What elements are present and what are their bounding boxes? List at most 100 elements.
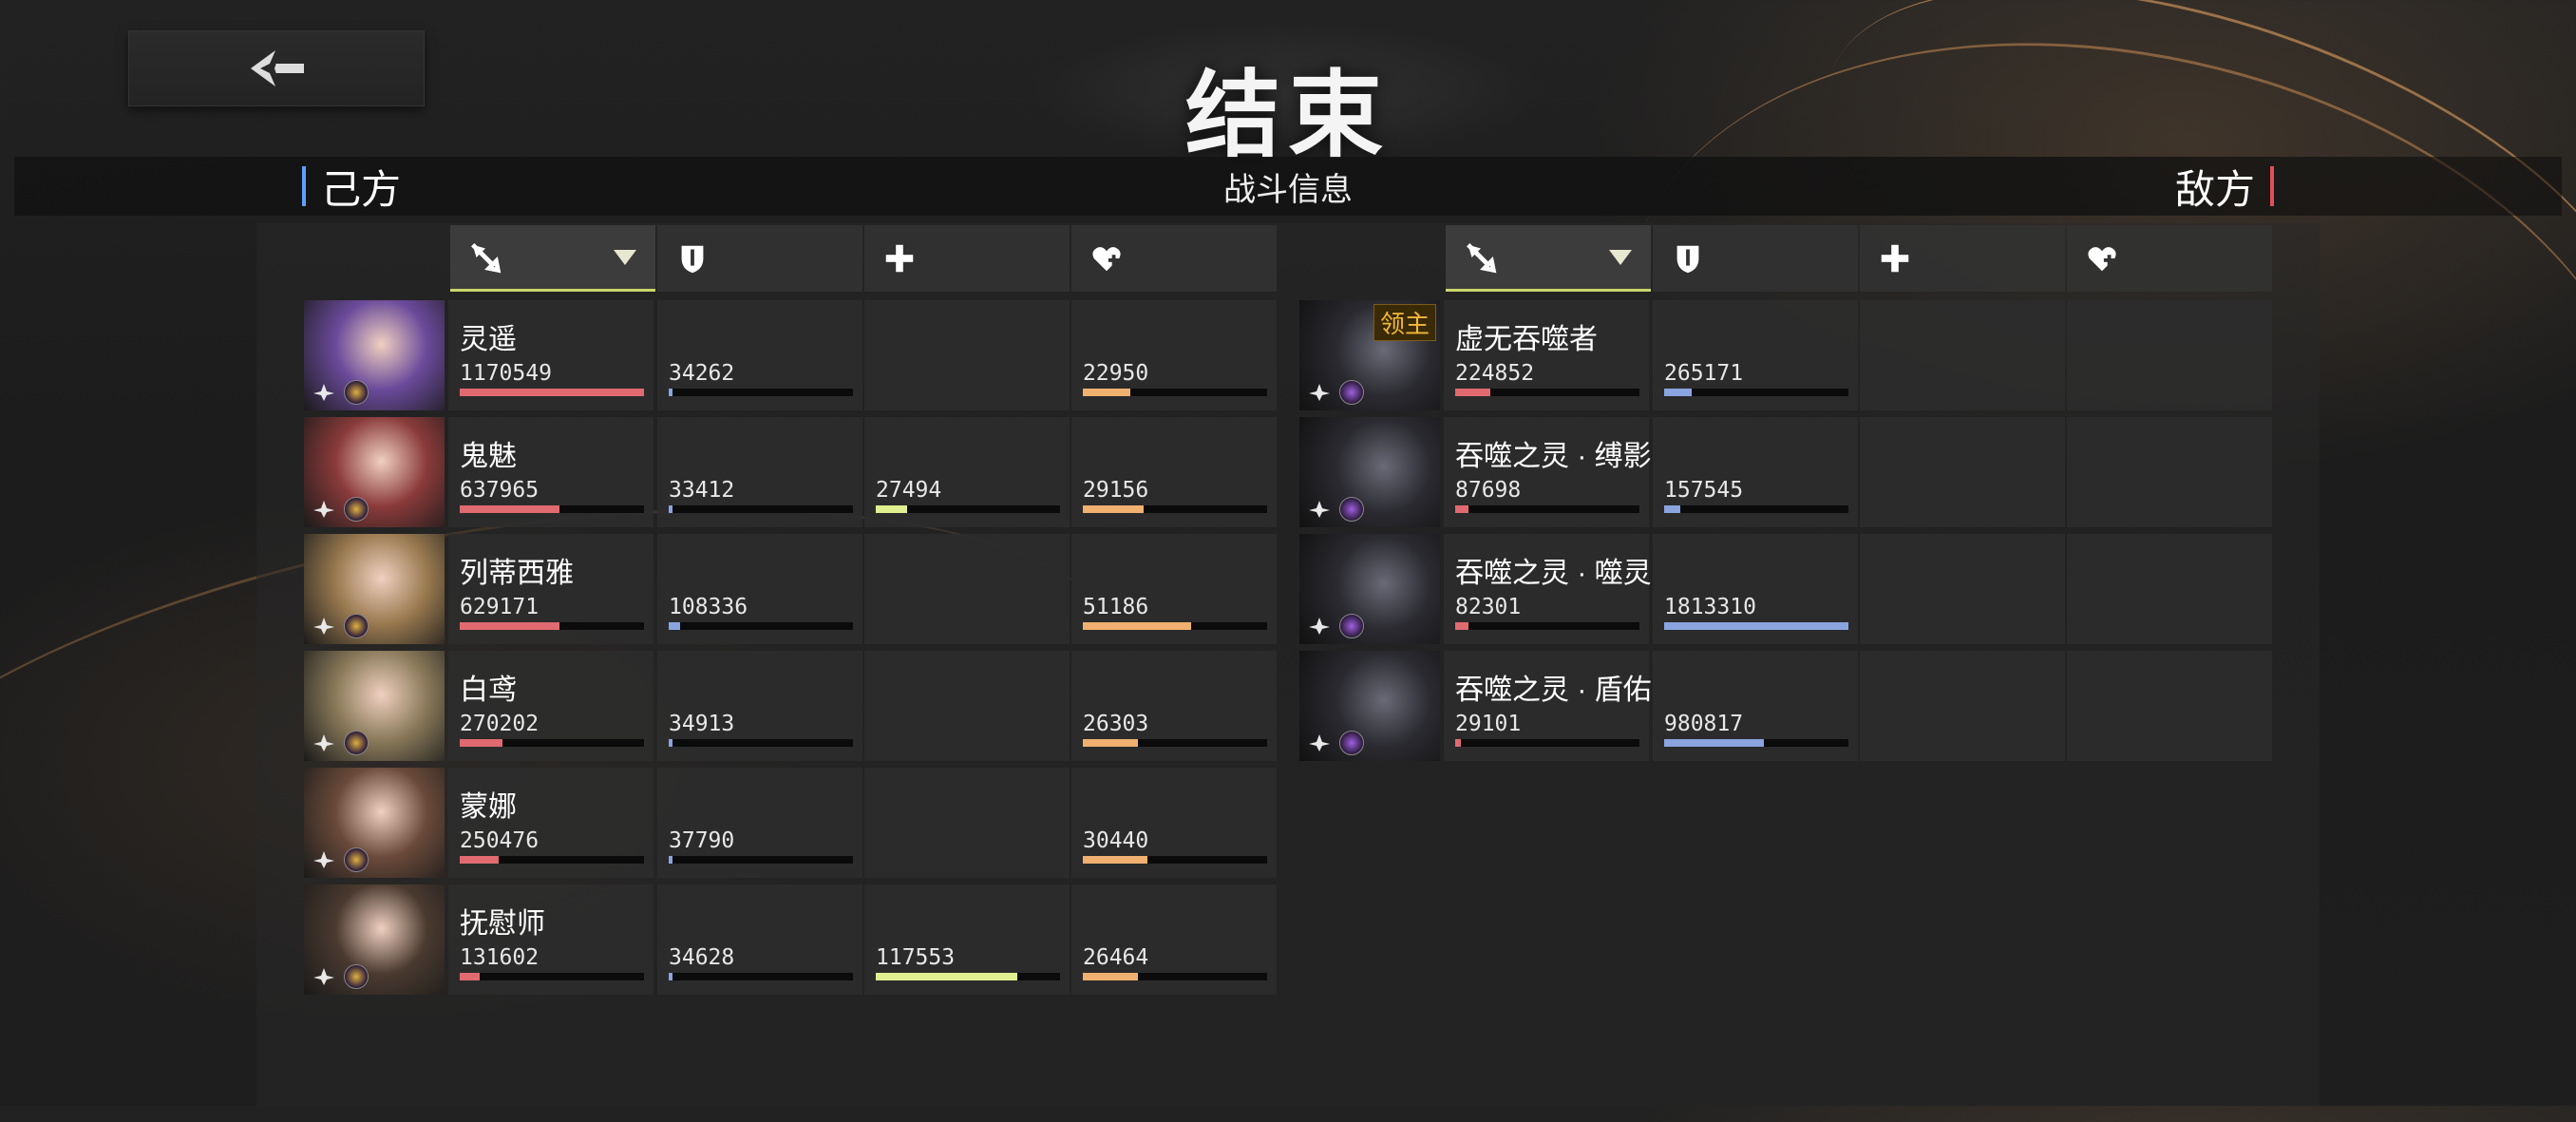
enemy-col-damage[interactable] bbox=[1446, 225, 1651, 292]
class-emblem-icon bbox=[313, 968, 334, 985]
damage-value: 224852 bbox=[1455, 361, 1535, 386]
sword-icon bbox=[471, 242, 502, 273]
stat-bar-track bbox=[669, 856, 853, 864]
boss-badge: 领主 bbox=[1373, 304, 1436, 341]
character-name: 列蒂西雅 bbox=[460, 558, 574, 589]
damage-bar-fill bbox=[460, 856, 499, 864]
stat-bar-fill bbox=[1083, 739, 1138, 747]
class-emblem-icon bbox=[1309, 618, 1330, 635]
heal-cell bbox=[864, 651, 1070, 761]
character-portrait bbox=[304, 417, 445, 527]
heart-plus-icon bbox=[2088, 247, 2116, 272]
taken-cell: 22950 bbox=[1071, 300, 1277, 410]
stat-value: 51186 bbox=[1083, 595, 1149, 619]
plus-icon bbox=[885, 244, 914, 273]
stat-bar-fill bbox=[1664, 739, 1764, 747]
damage-bar-fill bbox=[460, 505, 559, 513]
damage-value: 270202 bbox=[460, 712, 540, 736]
character-name: 鬼魅 bbox=[460, 441, 517, 472]
back-button[interactable] bbox=[128, 30, 425, 106]
character-name: 抚慰师 bbox=[460, 908, 545, 940]
ally-side-marker bbox=[302, 166, 306, 206]
ally-row[interactable]: 鬼魅 637965 33412 27494 29156 bbox=[304, 417, 1277, 527]
ally-row[interactable]: 蒙娜 250476 37790 30440 bbox=[304, 768, 1277, 878]
damage-bar-track bbox=[1455, 505, 1639, 513]
defense-cell: 980817 bbox=[1653, 651, 1858, 761]
stat-value: 33412 bbox=[669, 478, 735, 503]
stat-bar-track bbox=[876, 505, 1060, 513]
enemy-side-marker bbox=[2270, 166, 2274, 206]
ally-col-heal[interactable] bbox=[864, 225, 1070, 292]
ally-name-cell: 抚慰师 131602 bbox=[448, 884, 653, 995]
class-emblem-icon bbox=[1309, 384, 1330, 401]
class-emblem-icon bbox=[313, 384, 334, 401]
damage-bar-fill bbox=[1455, 389, 1490, 396]
enemy-name-cell: 吞噬之灵 · 盾佑 29101 bbox=[1444, 651, 1652, 761]
stat-bar-track bbox=[1664, 389, 1848, 396]
damage-bar-fill bbox=[460, 739, 502, 747]
heal-cell: 27494 bbox=[864, 417, 1070, 527]
element-icon bbox=[344, 847, 369, 872]
damage-bar-track bbox=[1455, 389, 1639, 396]
enemy-side-text: 敌方 bbox=[2174, 166, 2255, 212]
stat-bar-fill bbox=[669, 739, 672, 747]
stat-value: 34628 bbox=[669, 945, 735, 970]
stat-value: 34262 bbox=[669, 361, 735, 386]
ally-row[interactable]: 灵遥 1170549 34262 22950 bbox=[304, 300, 1277, 410]
ally-name-cell: 列蒂西雅 629171 bbox=[448, 534, 653, 644]
stat-bar-fill bbox=[876, 505, 907, 513]
character-name: 灵遥 bbox=[460, 324, 517, 355]
taken-cell bbox=[2067, 417, 2272, 527]
stat-value: 27494 bbox=[876, 478, 942, 503]
plus-icon bbox=[1881, 244, 1909, 273]
damage-bar-fill bbox=[1455, 505, 1468, 513]
class-emblem-icon bbox=[313, 618, 334, 635]
ally-name-cell: 鬼魅 637965 bbox=[448, 417, 653, 527]
taken-cell bbox=[2067, 651, 2272, 761]
enemy-col-taken[interactable] bbox=[2067, 225, 2272, 292]
shield-icon bbox=[681, 245, 704, 274]
defense-cell: 33412 bbox=[657, 417, 862, 527]
ally-col-damage[interactable] bbox=[450, 225, 655, 292]
enemy-row[interactable]: 吞噬之灵 · 噬灵 82301 1813310 bbox=[1299, 534, 2272, 644]
character-portrait bbox=[304, 768, 445, 878]
enemy-row[interactable]: 吞噬之灵 · 盾佑 29101 980817 bbox=[1299, 651, 2272, 761]
damage-bar-track bbox=[460, 856, 644, 864]
stat-bar-track bbox=[1083, 622, 1267, 630]
ally-name-cell: 蒙娜 250476 bbox=[448, 768, 653, 878]
enemy-row[interactable]: 吞噬之灵 · 缚影 87698 157545 bbox=[1299, 417, 2272, 527]
heal-cell bbox=[1860, 300, 2065, 410]
damage-value: 637965 bbox=[460, 478, 540, 503]
damage-value: 1170549 bbox=[460, 361, 552, 386]
ally-name-cell: 灵遥 1170549 bbox=[448, 300, 653, 410]
damage-bar-track bbox=[460, 739, 644, 747]
defense-cell: 37790 bbox=[657, 768, 862, 878]
enemy-name-cell: 吞噬之灵 · 缚影 87698 bbox=[1444, 417, 1652, 527]
heal-cell bbox=[1860, 417, 2065, 527]
damage-bar-fill bbox=[1455, 622, 1468, 630]
ally-col-defense[interactable] bbox=[657, 225, 862, 292]
ally-row[interactable]: 抚慰师 131602 34628 117553 26464 bbox=[304, 884, 1277, 995]
element-icon bbox=[344, 380, 369, 405]
enemy-col-defense[interactable] bbox=[1653, 225, 1858, 292]
stat-bar-fill bbox=[1083, 973, 1138, 980]
ally-row[interactable]: 白鸢 270202 34913 26303 bbox=[304, 651, 1277, 761]
heal-cell bbox=[864, 300, 1070, 410]
ally-row[interactable]: 列蒂西雅 629171 108336 51186 bbox=[304, 534, 1277, 644]
stat-bar-fill bbox=[669, 622, 680, 630]
enemy-portrait bbox=[1299, 534, 1440, 644]
enemy-name: 吞噬之灵 · 盾佑 bbox=[1455, 675, 1652, 706]
class-emblem-icon bbox=[1309, 734, 1330, 751]
class-emblem-icon bbox=[313, 734, 334, 751]
ally-col-taken[interactable] bbox=[1071, 225, 1277, 292]
enemy-row[interactable]: 领主 虚无吞噬者 224852 265171 bbox=[1299, 300, 2272, 410]
enemy-name-cell: 虚无吞噬者 224852 bbox=[1444, 300, 1649, 410]
stat-bar-fill bbox=[1083, 622, 1191, 630]
stat-bar-track bbox=[1083, 739, 1267, 747]
stat-bar-fill bbox=[1664, 389, 1692, 396]
element-icon bbox=[344, 497, 369, 522]
taken-cell: 51186 bbox=[1071, 534, 1277, 644]
enemy-col-heal[interactable] bbox=[1860, 225, 2065, 292]
enemy-portrait bbox=[1299, 651, 1440, 761]
stat-value: 157545 bbox=[1664, 478, 1744, 503]
